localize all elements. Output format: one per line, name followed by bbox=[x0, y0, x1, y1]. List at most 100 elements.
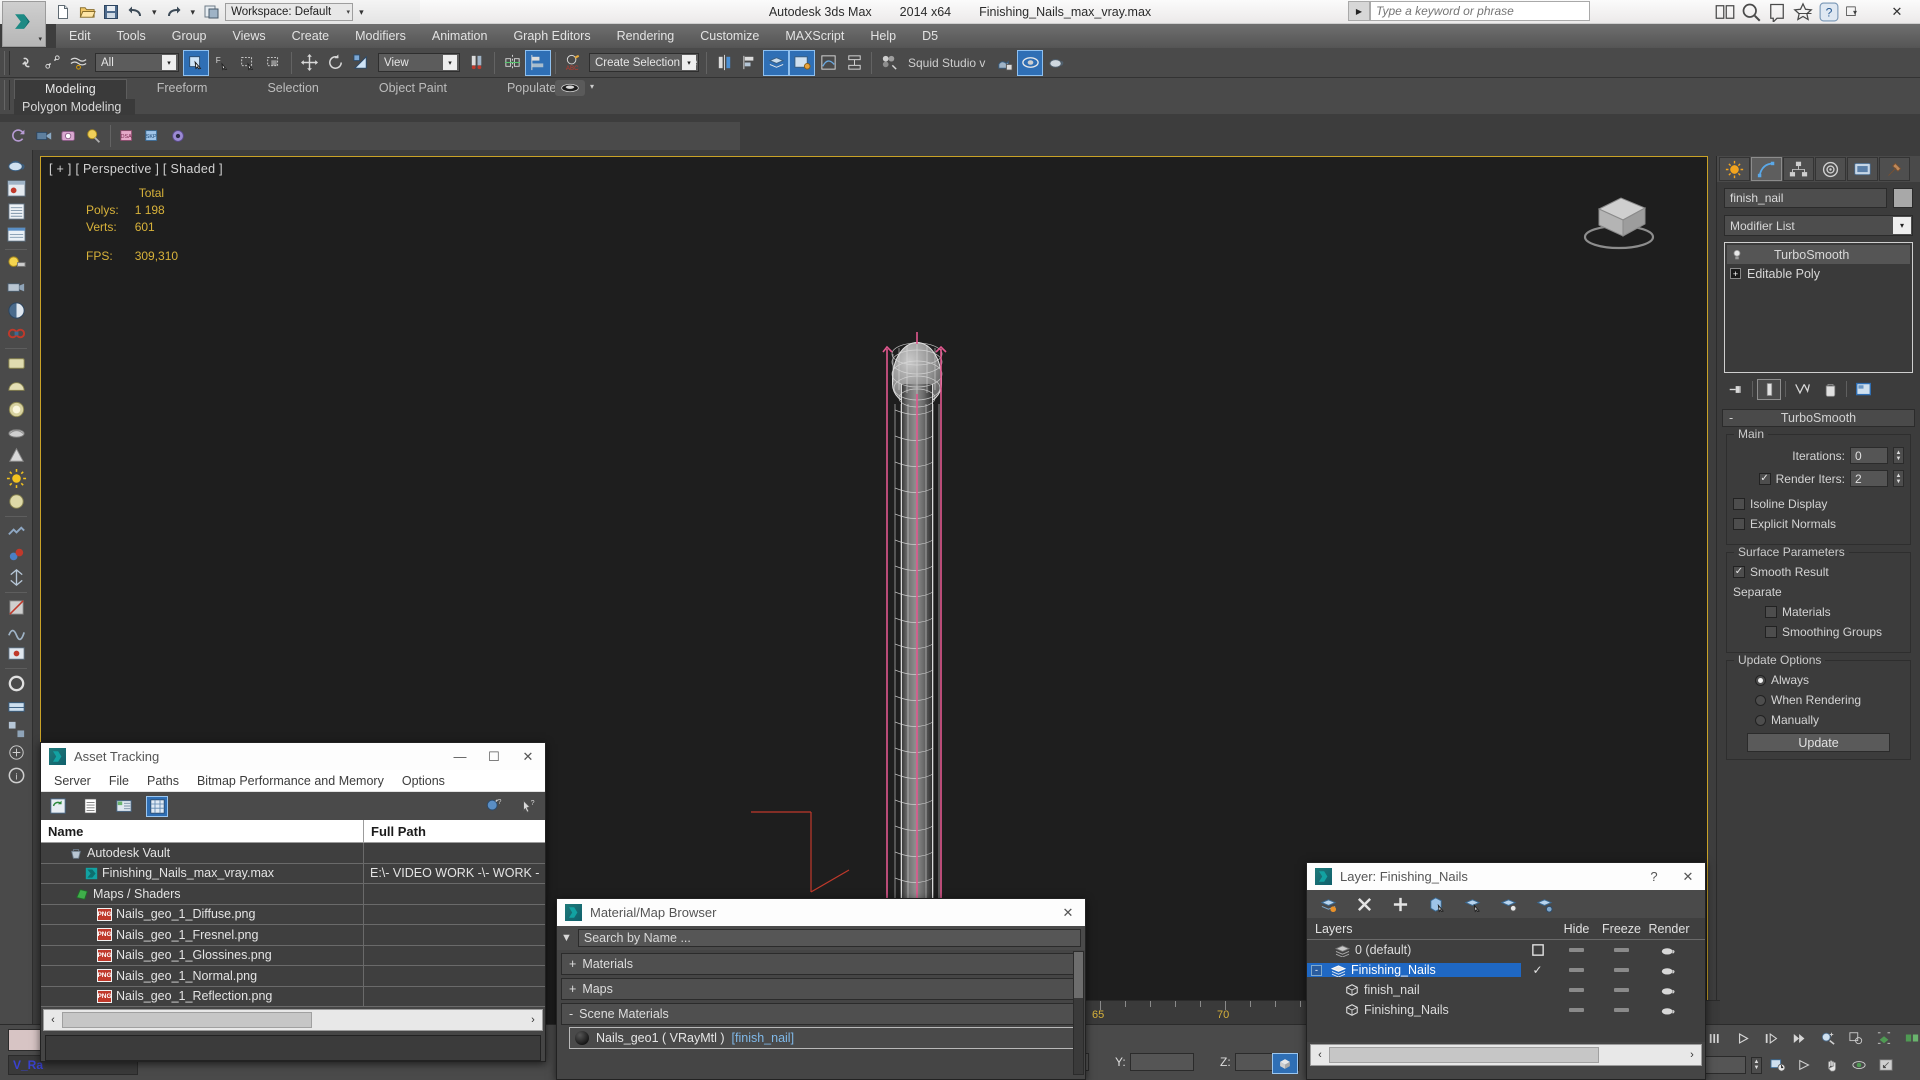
motion-tab[interactable] bbox=[1815, 157, 1846, 181]
column-header-layers[interactable]: Layers bbox=[1307, 918, 1521, 939]
current-layer-checkbox[interactable] bbox=[1521, 944, 1554, 956]
render-frame-window-icon[interactable] bbox=[3, 223, 29, 246]
maximize-button[interactable]: ☐ bbox=[1828, 0, 1874, 24]
render-production-teapot-icon[interactable] bbox=[1043, 50, 1069, 76]
select-and-link-icon[interactable] bbox=[13, 50, 39, 76]
filter-dropdown-icon[interactable]: ▼ bbox=[561, 932, 572, 944]
ribbon-tab-modeling[interactable]: Modeling bbox=[14, 79, 127, 100]
light-lister-icon[interactable] bbox=[3, 253, 29, 276]
search-dropdown-arrow[interactable]: ▶ bbox=[1348, 1, 1370, 21]
menu-tools[interactable]: Tools bbox=[104, 24, 159, 48]
menu-server[interactable]: Server bbox=[45, 774, 100, 788]
ribbon-tab-selection[interactable]: Selection bbox=[237, 79, 348, 100]
hierarchy-tab[interactable] bbox=[1783, 157, 1814, 181]
vray-instancer-icon[interactable] bbox=[3, 718, 29, 741]
layer-row-default[interactable]: 0 (default) bbox=[1307, 940, 1705, 960]
zoom-region-icon[interactable] bbox=[1817, 1028, 1839, 1048]
layer-manager-icon[interactable] bbox=[763, 49, 789, 76]
object-name-field[interactable]: finish_nail bbox=[1724, 188, 1887, 208]
render-elements-icon[interactable] bbox=[3, 200, 29, 223]
iterations-field[interactable]: 0 bbox=[1850, 447, 1888, 464]
scrollbar-thumb[interactable] bbox=[1329, 1047, 1599, 1063]
explicit-normals-checkbox[interactable] bbox=[1733, 518, 1745, 530]
reference-coordinate-combo[interactable]: View ▾ bbox=[378, 53, 460, 72]
make-unique-icon[interactable] bbox=[1790, 379, 1814, 400]
select-and-move-icon[interactable] bbox=[296, 50, 322, 76]
show-end-result-icon[interactable] bbox=[1757, 378, 1781, 400]
layer-dialog[interactable]: Layer: Finishing_Nails ? ✕ Layers Hide F… bbox=[1306, 862, 1706, 1080]
scrollbar-thumb[interactable] bbox=[1074, 952, 1083, 998]
orbit-icon[interactable] bbox=[1848, 1055, 1870, 1075]
render-toggle[interactable] bbox=[1644, 964, 1694, 977]
render-toggle[interactable] bbox=[1644, 984, 1694, 997]
vray-displacement-icon[interactable] bbox=[3, 619, 29, 642]
align-icon[interactable] bbox=[525, 49, 551, 76]
menu-graph-editors[interactable]: Graph Editors bbox=[500, 24, 603, 48]
add-to-layer-icon[interactable] bbox=[1389, 894, 1411, 915]
material-map-browser-dialog[interactable]: Material/Map Browser ✕ ▼ Search by Name … bbox=[556, 898, 1086, 1080]
frame-spinner[interactable]: ▲ ▼ bbox=[1751, 1056, 1762, 1074]
vray-mesh-light-icon[interactable] bbox=[3, 421, 29, 444]
render-setup-icon[interactable] bbox=[991, 50, 1017, 76]
select-by-name-icon[interactable]: F bbox=[209, 50, 235, 76]
qat-customize-caret[interactable]: ▾ bbox=[355, 7, 368, 18]
group-materials[interactable]: + Materials bbox=[561, 953, 1081, 975]
display-tab[interactable] bbox=[1847, 157, 1878, 181]
close-button[interactable]: ✕ bbox=[1051, 899, 1085, 926]
set-current-layer-icon[interactable] bbox=[1497, 894, 1519, 915]
dsa-tool-icon[interactable]: DSA bbox=[115, 124, 140, 148]
workspace-selector[interactable]: Workspace: Default ▾ bbox=[225, 3, 354, 21]
bind-to-space-warp-icon[interactable] bbox=[65, 50, 91, 76]
layer-properties-icon[interactable] bbox=[1533, 894, 1555, 915]
column-header-hide[interactable]: Hide bbox=[1554, 918, 1599, 939]
window-crossing-toggle-icon[interactable] bbox=[261, 50, 287, 76]
modify-tab[interactable] bbox=[1751, 157, 1782, 181]
select-objects-in-layer-icon[interactable] bbox=[1425, 894, 1447, 915]
zoom-extents-all-selected-icon[interactable] bbox=[1901, 1028, 1920, 1048]
smooth-result-checkbox[interactable]: ✓ bbox=[1733, 566, 1745, 578]
create-new-layer-icon[interactable] bbox=[1317, 894, 1339, 915]
lightbulb-icon[interactable] bbox=[1730, 248, 1744, 262]
camera-sequencer-icon[interactable] bbox=[31, 124, 56, 148]
scroll-left-arrow[interactable]: ‹ bbox=[44, 1014, 62, 1026]
next-frame-icon[interactable] bbox=[1761, 1028, 1783, 1048]
refresh-icon[interactable] bbox=[6, 124, 31, 148]
create-tab[interactable] bbox=[1719, 157, 1750, 181]
table-row[interactable]: PNG Nails_geo_1_Diffuse.png bbox=[41, 904, 545, 925]
menu-edit[interactable]: Edit bbox=[56, 24, 104, 48]
pan-hand-icon[interactable] bbox=[1821, 1055, 1843, 1075]
scrollbar-thumb[interactable] bbox=[62, 1012, 312, 1028]
update-button[interactable]: Update bbox=[1747, 733, 1890, 752]
signin-icon[interactable] bbox=[1715, 2, 1735, 22]
vray-fur-icon[interactable] bbox=[3, 566, 29, 589]
update-always-radio[interactable] bbox=[1755, 674, 1766, 686]
modifier-stack-item-turbosmooth[interactable]: TurboSmooth bbox=[1727, 245, 1910, 264]
vray-misc-icon[interactable] bbox=[3, 741, 29, 764]
minimize-button[interactable]: — bbox=[1782, 0, 1828, 24]
application-menu-button[interactable]: ▾ bbox=[2, 1, 46, 47]
capture-viewport-icon[interactable] bbox=[56, 124, 81, 148]
vray-sphere-light-icon[interactable] bbox=[3, 398, 29, 421]
viewport-label[interactable]: [ + ] [ Perspective ] [ Shaded ] bbox=[49, 162, 223, 176]
scroll-right-arrow[interactable]: › bbox=[1683, 1049, 1701, 1061]
horizontal-scrollbar[interactable]: ‹ › bbox=[43, 1009, 543, 1031]
toolbar-grip[interactable] bbox=[4, 50, 10, 75]
vray-sun-icon[interactable] bbox=[3, 467, 29, 490]
expand-plus-icon[interactable]: + bbox=[1730, 268, 1741, 279]
menu-create[interactable]: Create bbox=[279, 24, 343, 48]
iterations-spinner[interactable]: ▲ ▼ bbox=[1893, 447, 1904, 464]
time-configuration-icon[interactable] bbox=[1767, 1055, 1789, 1075]
open-file-icon[interactable] bbox=[76, 2, 98, 22]
light-probe-icon[interactable] bbox=[81, 124, 106, 148]
menu-group[interactable]: Group bbox=[159, 24, 220, 48]
minimize-button[interactable]: — bbox=[443, 743, 477, 770]
column-header-freeze[interactable]: Freeze bbox=[1599, 918, 1644, 939]
update-manually-radio[interactable] bbox=[1755, 714, 1766, 726]
vray-ies-light-icon[interactable] bbox=[3, 444, 29, 467]
path-editor-icon[interactable] bbox=[113, 796, 135, 817]
menu-maxscript[interactable]: MAXScript bbox=[772, 24, 857, 48]
mirror-tool-icon[interactable] bbox=[711, 50, 737, 76]
skp-tool-icon[interactable]: SKP bbox=[140, 124, 165, 148]
render-preset-label[interactable]: Squid Studio v bbox=[902, 56, 991, 70]
freeze-toggle[interactable] bbox=[1599, 968, 1644, 972]
